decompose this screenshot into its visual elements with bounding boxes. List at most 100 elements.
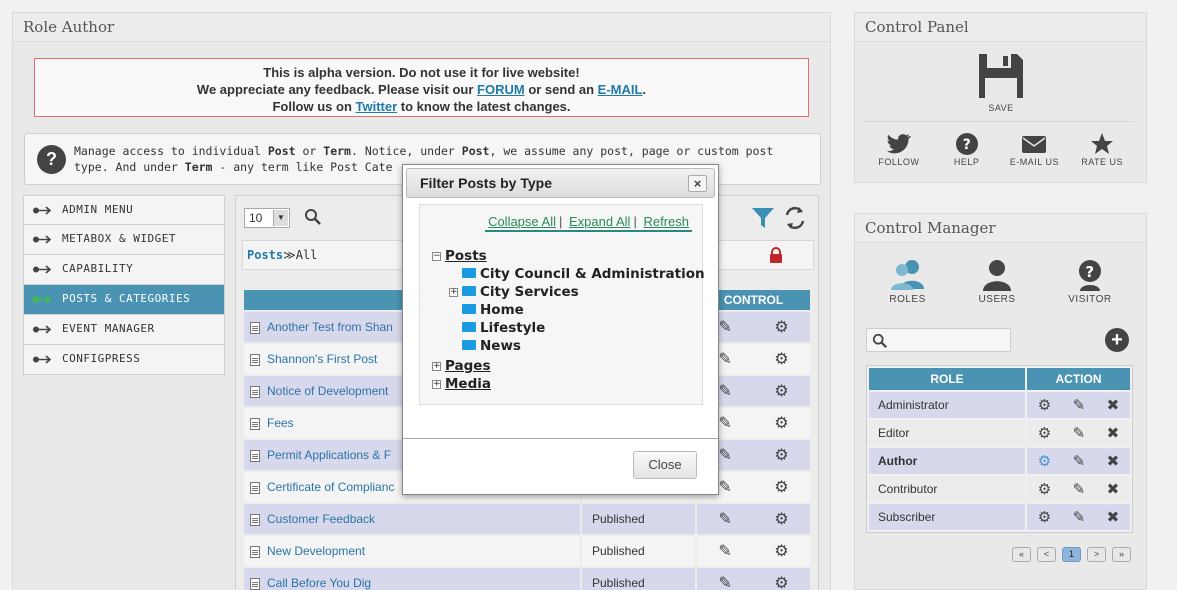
roles-tab[interactable]: ROLES	[889, 259, 925, 305]
gear-icon[interactable]: ⚙	[774, 413, 788, 433]
prev-page-button[interactable]: <	[1037, 547, 1056, 562]
tree-node-news[interactable]: News	[432, 337, 705, 355]
gear-icon[interactable]: ⚙	[774, 349, 788, 369]
email-us-button[interactable]: E-MAIL US	[1004, 133, 1064, 167]
collapse-all-link[interactable]: Collapse All	[488, 214, 556, 229]
pencil-icon[interactable]: ✎	[1073, 396, 1086, 414]
menu-item-event-manager[interactable]: EVENT MANAGER	[23, 315, 225, 345]
tree-label[interactable]: Pages	[445, 358, 491, 374]
menu-item-posts-categories[interactable]: POSTS & CATEGORIES	[23, 285, 225, 315]
users-tab[interactable]: USERS	[979, 259, 1016, 305]
search-icon[interactable]	[304, 208, 322, 226]
pencil-icon[interactable]: ✎	[718, 349, 731, 369]
delete-icon[interactable]: ✖	[1107, 480, 1120, 498]
current-page[interactable]: 1	[1062, 547, 1081, 562]
tree-node-lifestyle[interactable]: Lifestyle	[432, 319, 705, 337]
close-button[interactable]: Close	[633, 451, 697, 479]
tree-label[interactable]: Lifestyle	[480, 320, 545, 336]
pencil-icon[interactable]: ✎	[718, 381, 731, 401]
role-name[interactable]: Contributor	[869, 476, 1025, 502]
tree-label[interactable]: News	[480, 338, 521, 354]
tree-label[interactable]: City Services	[480, 284, 579, 300]
forum-link[interactable]: FORUM	[477, 82, 525, 97]
gear-icon[interactable]: ⚙	[774, 541, 788, 561]
pencil-icon[interactable]: ✎	[1073, 508, 1086, 526]
pencil-icon[interactable]: ✎	[718, 477, 731, 497]
collapse-icon[interactable]: −	[432, 251, 441, 261]
tree-node-pages[interactable]: + Pages	[432, 357, 705, 375]
tree-node-posts[interactable]: − Posts	[432, 247, 705, 265]
post-title-link[interactable]: Call Before You Dig	[267, 576, 371, 590]
delete-icon[interactable]: ✖	[1107, 452, 1120, 470]
last-page-button[interactable]: »	[1112, 547, 1131, 562]
tree-label[interactable]: Posts	[445, 248, 487, 264]
visitor-tab[interactable]: ? VISITOR	[1068, 259, 1111, 305]
delete-icon[interactable]: ✖	[1107, 508, 1120, 526]
help-button[interactable]: ? HELP	[937, 133, 997, 167]
expand-icon[interactable]: +	[432, 379, 441, 389]
role-name[interactable]: Administrator	[869, 392, 1025, 418]
tree-node-city-services[interactable]: + City Services	[432, 283, 705, 301]
expand-all-link[interactable]: Expand All	[569, 214, 630, 229]
first-page-button[interactable]: «	[1012, 547, 1031, 562]
gear-icon[interactable]: ⚙	[1038, 508, 1051, 526]
pencil-icon[interactable]: ✎	[718, 445, 731, 465]
gear-icon[interactable]: ⚙	[1038, 480, 1051, 498]
pencil-icon[interactable]: ✎	[1073, 424, 1086, 442]
pencil-icon[interactable]: ✎	[1073, 452, 1086, 470]
post-title-link[interactable]: Fees	[267, 416, 294, 430]
pencil-icon[interactable]: ✎	[1073, 480, 1086, 498]
gear-icon[interactable]: ⚙	[1038, 396, 1051, 414]
twitter-link[interactable]: Twitter	[356, 99, 398, 114]
pencil-icon[interactable]: ✎	[718, 541, 731, 561]
role-name[interactable]: Editor	[869, 420, 1025, 446]
tree-label[interactable]: Media	[445, 376, 491, 392]
tree-node-city-council[interactable]: City Council & Administration	[432, 265, 705, 283]
post-title-link[interactable]: Customer Feedback	[267, 512, 375, 526]
pencil-icon[interactable]: ✎	[718, 413, 731, 433]
menu-item-admin-menu[interactable]: ADMIN MENU	[23, 195, 225, 225]
pencil-icon[interactable]: ✎	[718, 509, 731, 529]
email-link[interactable]: E-MAIL	[598, 82, 643, 97]
pencil-icon[interactable]: ✎	[718, 573, 731, 590]
save-button[interactable]: SAVE	[976, 52, 1026, 113]
refresh-icon[interactable]	[784, 206, 806, 230]
page-size-select[interactable]: 10 ▼	[244, 208, 290, 228]
menu-item-capability[interactable]: CAPABILITY	[23, 255, 225, 285]
expand-icon[interactable]: +	[432, 361, 441, 371]
post-title-link[interactable]: Another Test from Shan	[267, 320, 393, 334]
tree-node-home[interactable]: Home	[432, 301, 705, 319]
rate-us-button[interactable]: RATE US	[1072, 133, 1132, 167]
gear-icon[interactable]: ⚙	[1038, 452, 1051, 470]
delete-icon[interactable]: ✖	[1107, 396, 1120, 414]
role-name-selected[interactable]: Author	[869, 448, 1025, 474]
tree-label[interactable]: Home	[480, 302, 524, 318]
gear-icon[interactable]: ⚙	[774, 477, 788, 497]
role-name[interactable]: Subscriber	[869, 504, 1025, 530]
tree-label[interactable]: City Council & Administration	[480, 266, 705, 282]
refresh-link[interactable]: Refresh	[643, 214, 689, 229]
post-title-link[interactable]: Permit Applications & F	[267, 448, 391, 462]
expand-icon[interactable]: +	[449, 287, 458, 297]
menu-item-configpress[interactable]: CONFIGPRESS	[23, 345, 225, 375]
gear-icon[interactable]: ⚙	[774, 445, 788, 465]
role-search-input[interactable]	[866, 328, 1011, 352]
follow-button[interactable]: FOLLOW	[869, 133, 929, 167]
gear-icon[interactable]: ⚙	[774, 317, 788, 337]
filter-icon[interactable]	[751, 206, 775, 230]
gear-icon[interactable]: ⚙	[774, 573, 788, 590]
menu-item-metabox-widget[interactable]: METABOX & WIDGET	[23, 225, 225, 255]
post-title-link[interactable]: New Development	[267, 544, 365, 558]
post-title-link[interactable]: Shannon's First Post	[267, 352, 377, 366]
post-title-link[interactable]: Notice of Development	[267, 384, 388, 398]
gear-icon[interactable]: ⚙	[774, 509, 788, 529]
next-page-button[interactable]: >	[1087, 547, 1106, 562]
lock-icon[interactable]	[769, 247, 783, 263]
gear-icon[interactable]: ⚙	[1038, 424, 1051, 442]
tree-node-media[interactable]: + Media	[432, 375, 705, 393]
breadcrumb-root[interactable]: Posts	[247, 248, 283, 262]
delete-icon[interactable]: ✖	[1107, 424, 1120, 442]
post-title-link[interactable]: Certificate of Complianc	[267, 480, 394, 494]
gear-icon[interactable]: ⚙	[774, 381, 788, 401]
add-role-button[interactable]: +	[1105, 328, 1129, 352]
